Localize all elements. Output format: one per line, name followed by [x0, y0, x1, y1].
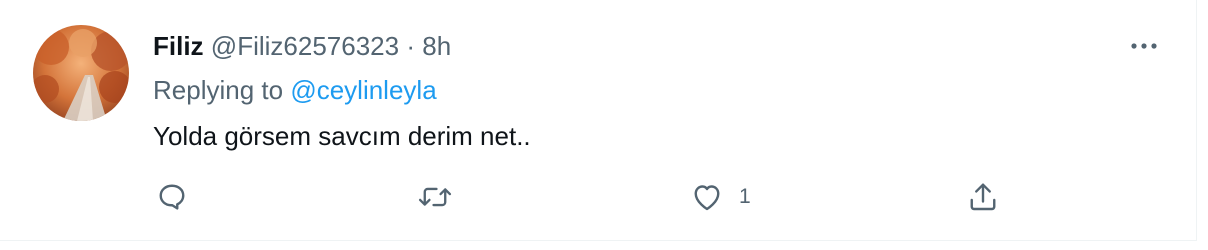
tweet-header: Filiz @Filiz62576323 · 8h: [153, 30, 451, 62]
heart-icon: [694, 185, 720, 211]
avatar-autumn-road-image: [33, 25, 129, 121]
like-button[interactable]: 1: [689, 177, 751, 217]
replying-to-line: Replying to @ceylinleyla: [153, 74, 437, 106]
separator-dot: ·: [406, 31, 415, 61]
display-name[interactable]: Filiz: [153, 31, 204, 61]
replying-to-label: Replying to: [153, 75, 284, 105]
like-count: 1: [739, 185, 751, 208]
tweet-card[interactable]: Filiz @Filiz62576323 · 8h Replying to @c…: [0, 0, 1197, 241]
timestamp[interactable]: 8h: [422, 31, 451, 61]
avatar[interactable]: [33, 25, 129, 121]
share-icon: [970, 183, 996, 211]
share-button[interactable]: [965, 177, 1001, 217]
more-options-button[interactable]: [1124, 32, 1164, 60]
reply-button[interactable]: [154, 177, 190, 217]
retweet-button[interactable]: [416, 177, 454, 217]
tweet-text: Yolda görsem savcım derim net..: [153, 121, 531, 151]
reply-bubble-icon: [159, 184, 185, 210]
retweet-icon: [418, 187, 452, 207]
user-handle[interactable]: @Filiz62576323: [211, 31, 399, 61]
reply-mention-link[interactable]: @ceylinleyla: [290, 75, 436, 105]
more-horizontal-icon: [1131, 43, 1157, 49]
